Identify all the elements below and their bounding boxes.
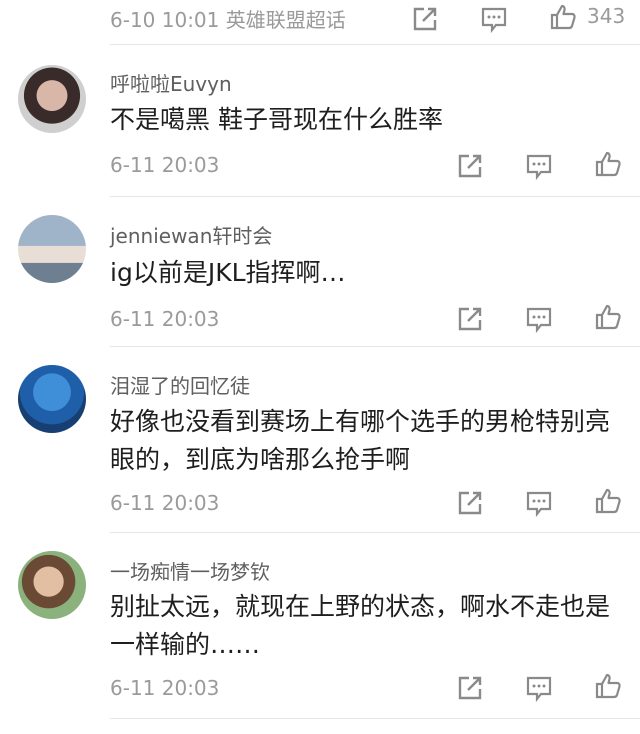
comment-icon (481, 7, 507, 33)
comment-time: 6-11 20:03 (110, 491, 220, 515)
divider (110, 718, 640, 719)
user-avatar-icon[interactable] (18, 551, 86, 619)
comment-icon (526, 676, 552, 702)
comment-icon (526, 154, 552, 180)
comment-text: 别扯太远，就现在上野的状态，啊水不走也是一样输的…… (110, 592, 611, 659)
repost-button[interactable] (456, 305, 484, 333)
comment-icon (526, 491, 552, 517)
user-avatar-icon[interactable] (18, 215, 86, 283)
repost-button[interactable] (411, 5, 439, 33)
user-avatar-icon[interactable] (18, 365, 86, 433)
comment-text: 好像也没看到赛场上有哪个选手的男枪特别亮眼的，到底为啥那么抢手啊 (110, 407, 611, 474)
repost-button[interactable] (456, 489, 484, 517)
user-avatar-icon[interactable] (18, 65, 86, 133)
repost-button[interactable] (456, 152, 484, 180)
thumbs-up-icon (595, 151, 621, 177)
comment-time: 6-11 20:03 (110, 307, 220, 331)
comment-username[interactable]: 呼啦啦Euvyn (110, 68, 232, 97)
thumbs-up-icon (595, 304, 621, 330)
previous-post-footer: 6-10 10:01 英雄联盟超话 343 (0, 0, 640, 42)
comment-item: 泪湿了的回忆徒 好像也没看到赛场上有哪个选手的男枪特别亮眼的，到底为啥那么抢手啊… (0, 347, 640, 533)
comment-item: 呼啦啦Euvyn 不是噶黑 鞋子哥现在什么胜率 6-11 20:03 (0, 45, 640, 197)
repost-icon (458, 491, 482, 515)
comment-button[interactable] (525, 674, 553, 702)
comment-time: 6-11 20:03 (110, 676, 220, 700)
repost-icon (458, 676, 482, 700)
comment-username[interactable]: jenniewan轩时会 (110, 220, 272, 249)
thumbs-up-icon (595, 488, 621, 514)
like-button[interactable] (594, 487, 622, 515)
comment-text: 不是噶黑 鞋子哥现在什么胜率 (110, 105, 443, 134)
comment-username[interactable]: 泪湿了的回忆徒 (110, 370, 250, 399)
post-time-topic: 6-10 10:01 英雄联盟超话 (110, 8, 346, 32)
comment-item: 一场痴情一场梦钦 别扯太远，就现在上野的状态，啊水不走也是一样输的…… 6-11… (0, 533, 640, 718)
comment-button[interactable] (525, 489, 553, 517)
thumbs-up-icon (550, 4, 576, 30)
like-count: 343 (587, 4, 626, 28)
comment-button[interactable] (480, 5, 508, 33)
like-button[interactable] (594, 150, 622, 178)
repost-icon (413, 7, 437, 31)
comment-icon (526, 307, 552, 333)
comment-button[interactable] (525, 152, 553, 180)
thumbs-up-icon (595, 673, 621, 699)
comment-text: ig以前是JKL指挥啊… (110, 258, 346, 287)
repost-icon (458, 307, 482, 331)
like-button[interactable] (594, 303, 622, 331)
repost-button[interactable] (456, 674, 484, 702)
like-button[interactable] (594, 672, 622, 700)
comment-item: jenniewan轩时会 ig以前是JKL指挥啊… 6-11 20:03 (0, 197, 640, 347)
repost-icon (458, 154, 482, 178)
like-button[interactable] (549, 3, 577, 31)
comment-button[interactable] (525, 305, 553, 333)
comment-time: 6-11 20:03 (110, 153, 220, 177)
comment-username[interactable]: 一场痴情一场梦钦 (110, 556, 270, 585)
